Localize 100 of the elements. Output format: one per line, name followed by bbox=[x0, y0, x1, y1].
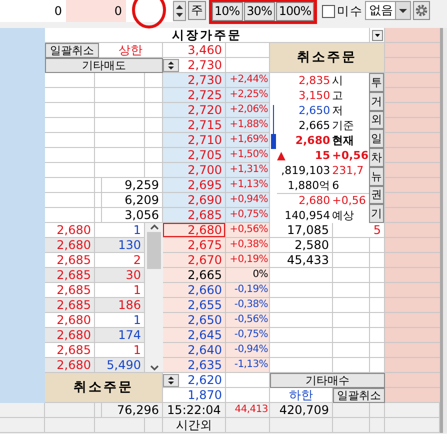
side-tab[interactable]: 외 bbox=[369, 110, 384, 130]
bid-price: 2,650 bbox=[163, 313, 226, 328]
cancel-orders-label: 취소주문 bbox=[270, 43, 385, 73]
info-value: 1,880억 bbox=[286, 178, 330, 192]
cancel-orders-label: 취소주문 bbox=[45, 373, 163, 403]
bid-price: 2,660 bbox=[163, 283, 226, 298]
other-sell-price: 2,730 bbox=[188, 58, 222, 72]
ask-change: +1,88% bbox=[226, 118, 270, 133]
other-buy-price: 2,620 bbox=[188, 373, 222, 387]
unit-button[interactable]: 주 bbox=[188, 1, 206, 20]
order-price: 2,680 bbox=[45, 328, 95, 343]
info-value: ,819,103 bbox=[280, 164, 330, 178]
side-tab[interactable]: 기 bbox=[369, 204, 384, 223]
side-tab[interactable]: 권 bbox=[369, 186, 384, 204]
info-label: +0,56 bbox=[331, 148, 370, 162]
info-label: 231,7 bbox=[331, 164, 365, 178]
other-sell-button[interactable]: 기타매도 bbox=[45, 58, 163, 73]
order-price: 2,685 bbox=[45, 268, 95, 283]
info-value: 3,150 bbox=[298, 88, 330, 102]
bid-change: -0,75% bbox=[226, 328, 270, 343]
caret-up-icon[interactable] bbox=[150, 223, 158, 232]
order-price: 2,680 bbox=[45, 313, 95, 328]
order-price: 2,685 bbox=[45, 343, 95, 358]
ask-price: 2,725 bbox=[163, 88, 226, 103]
ask-change: +0,94% bbox=[226, 193, 270, 208]
bid-volume: 17,085 bbox=[270, 223, 333, 238]
info-label: 시 bbox=[331, 74, 344, 88]
bid-total: 420,709 bbox=[270, 403, 333, 418]
bid-price: 2,665 bbox=[163, 268, 226, 283]
bid-change: -0,38% bbox=[226, 298, 270, 313]
order-price: 2,685 bbox=[45, 253, 95, 268]
ask-change: +1,31% bbox=[226, 163, 270, 178]
settings-button[interactable] bbox=[413, 1, 430, 20]
info-label: +0,56 bbox=[331, 194, 367, 208]
bid-change: -1,13% bbox=[226, 358, 270, 373]
side-tab[interactable]: 투 bbox=[369, 73, 384, 92]
spin-button[interactable] bbox=[163, 374, 179, 386]
order-price: 2,680 bbox=[45, 238, 95, 253]
info-value: 2,680 bbox=[294, 134, 330, 148]
bid-change: +0,19% bbox=[226, 253, 270, 268]
order-quantity: 30 bbox=[95, 268, 145, 283]
ask-price: 2,690 bbox=[163, 193, 226, 208]
order-quantity: 130 bbox=[95, 238, 145, 253]
order-price: 2,680 bbox=[45, 358, 95, 373]
cancel-all-button[interactable]: 일괄취소 bbox=[45, 43, 99, 58]
info-value: 140,954 bbox=[284, 208, 330, 222]
cancel-all-button[interactable]: 일괄취소 bbox=[333, 388, 385, 403]
ask-change: +2,44% bbox=[226, 73, 270, 88]
checkbox[interactable] bbox=[322, 5, 336, 18]
spin-button[interactable] bbox=[163, 58, 179, 72]
side-tab[interactable]: 차 bbox=[369, 148, 384, 167]
caret-down-icon[interactable] bbox=[150, 363, 158, 372]
info-value: 2,650 bbox=[298, 104, 330, 118]
side-tab[interactable]: 일 bbox=[369, 129, 384, 148]
caret-icon bbox=[395, 2, 410, 19]
side-tab[interactable]: 뉴 bbox=[369, 166, 384, 186]
change-total: 44,413 bbox=[226, 403, 270, 418]
credit-select[interactable]: 없음 bbox=[365, 1, 412, 20]
order-price: 2,680 bbox=[45, 223, 95, 238]
percent-button[interactable]: 10% bbox=[212, 2, 243, 21]
bid-price: 2,640 bbox=[163, 343, 226, 358]
info-label: 저 bbox=[331, 104, 344, 118]
ask-change: +1,69% bbox=[226, 133, 270, 148]
bid-price: 2,655 bbox=[163, 298, 226, 313]
order-quantity: 1 bbox=[95, 313, 145, 328]
bid-count: 5 bbox=[333, 223, 385, 238]
bid-price: 2,680 bbox=[163, 223, 226, 238]
checkbox-label: 미수 bbox=[337, 3, 364, 20]
dropdown-button[interactable] bbox=[372, 30, 382, 40]
session-label: 시간외 bbox=[163, 418, 226, 433]
section-title: 시장가주문 bbox=[45, 28, 370, 43]
candle-icon bbox=[270, 105, 276, 149]
ask-price: 2,715 bbox=[163, 118, 226, 133]
percent-button[interactable]: 100% bbox=[276, 2, 314, 21]
scroll-thumb[interactable] bbox=[147, 232, 161, 269]
ask-quantity: 9,259 bbox=[99, 178, 163, 193]
bid-price: 2,675 bbox=[163, 238, 226, 253]
side-tab[interactable]: 거 bbox=[369, 92, 384, 110]
order-price: 2,685 bbox=[45, 283, 95, 298]
input-field[interactable]: 0 bbox=[0, 0, 66, 22]
bid-change: -0,94% bbox=[226, 343, 270, 358]
info-label: 고 bbox=[331, 88, 344, 102]
input-field[interactable]: 0 bbox=[66, 0, 126, 22]
bid-price: 2,670 bbox=[163, 253, 226, 268]
scrollbar[interactable] bbox=[145, 223, 163, 373]
ask-price: 2,685 bbox=[163, 208, 226, 223]
bid-change: +0,38% bbox=[226, 238, 270, 253]
gear-icon bbox=[415, 4, 428, 17]
ask-total: 76,296 bbox=[99, 403, 163, 418]
other-buy-button[interactable]: 기타매수 bbox=[270, 373, 385, 388]
ask-price: 2,695 bbox=[163, 178, 226, 193]
ask-price: 2,705 bbox=[163, 148, 226, 163]
info-label: 6 bbox=[331, 178, 340, 192]
bid-volume: 2,580 bbox=[270, 238, 333, 253]
ask-change: +1,13% bbox=[226, 178, 270, 193]
info-value: 2,835 bbox=[298, 74, 330, 88]
info-value: 2,665 bbox=[298, 118, 330, 132]
upper-limit-price: 3,460 bbox=[163, 43, 226, 58]
percent-button[interactable]: 30% bbox=[244, 2, 275, 21]
spin-button[interactable] bbox=[173, 1, 186, 21]
